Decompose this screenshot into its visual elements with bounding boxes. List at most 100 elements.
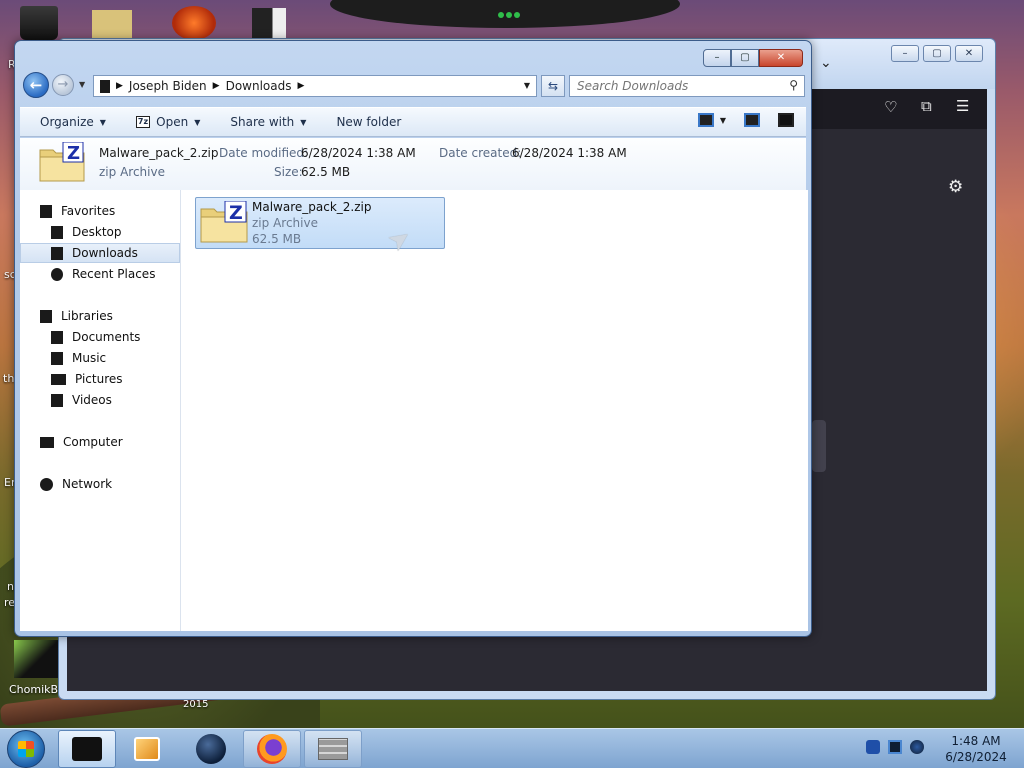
navigation-pane: Favorites Desktop Downloads Recent Place… [20,190,181,631]
chomik-icon[interactable] [14,640,58,678]
file-type: zip Archive [252,216,318,230]
videos-icon [51,393,63,407]
sidebar-item-libraries[interactable]: Libraries [20,306,180,326]
close-button[interactable]: ✕ [759,49,803,67]
pictures-icon [51,373,66,385]
zip-archive-icon: Z [39,142,85,182]
firefox-close-button[interactable]: ✕ [955,45,983,62]
firefox-maximize-button[interactable]: ▢ [923,45,951,62]
sidebar-item-pictures[interactable]: Pictures [20,369,180,389]
sidebar-item-favorites[interactable]: Favorites [20,201,180,221]
clock[interactable]: 1:48 AM 6/28/2024 [940,733,1012,765]
new-folder-label: New folder [336,115,402,129]
chevron-down-icon[interactable]: ▼ [720,116,726,125]
year-label: 2015 [183,699,209,710]
svg-text:Z: Z [229,202,243,224]
mouse-cursor-icon: ➤ [382,221,418,259]
sidebar-item-desktop[interactable]: Desktop [20,222,180,242]
gear-icon[interactable]: ⚙ [948,177,963,197]
sidebar-item-documents[interactable]: Documents [20,327,180,347]
breadcrumb-user[interactable]: Joseph Biden [129,79,207,93]
svg-text:Z: Z [67,143,80,164]
firefox-minimize-button[interactable]: – [891,45,919,62]
extensions-icon[interactable]: ⧉ [921,97,932,115]
menu-icon[interactable]: ☰ [956,97,969,115]
tray-volume-icon[interactable] [910,740,924,754]
firefox-scroll-handle[interactable] [812,420,826,472]
firefox-icon [257,734,287,764]
address-bar[interactable]: ▶ Joseph Biden ▶ Downloads ▶ ▼ [93,75,537,97]
refresh-button[interactable]: ⇆ [541,75,565,97]
taskbar-firefox-button[interactable] [243,730,301,768]
breadcrumb-separator-icon[interactable]: ▶ [116,81,123,91]
taskbar-media-player-button[interactable] [118,730,176,768]
start-button[interactable] [7,730,45,768]
address-dropdown-icon[interactable]: ▼ [524,81,530,90]
preview-pane-icon[interactable] [744,113,760,127]
search-input[interactable] [570,76,770,96]
open-label: Open [156,115,189,129]
date-created-label: Date created: [439,146,522,160]
organize-button[interactable]: Organize ▼ [40,115,106,129]
media-player-icon [134,737,160,761]
desktop-document-icon[interactable] [252,8,286,40]
sidebar-item-music[interactable]: Music [20,348,180,368]
breadcrumb-separator-icon[interactable]: ▶ [297,81,304,91]
tray-network-icon[interactable] [888,740,902,754]
wallpaper-dots [498,7,526,18]
organize-label: Organize [40,115,94,129]
desktop-edge-text-n: n [7,580,14,593]
sidebar-item-recent-places[interactable]: Recent Places [20,264,180,284]
search-icon[interactable]: ⚲ [789,78,798,92]
sidebar-item-label: Favorites [61,204,116,218]
sidebar-item-label: Computer [63,435,123,449]
minimize-button[interactable]: – [703,49,731,67]
sidebar-item-network[interactable]: Network [20,474,180,494]
taskbar-explorer-button[interactable] [58,730,116,768]
open-button[interactable]: 7z Open ▼ [135,115,201,129]
share-with-button[interactable]: Share with ▼ [230,115,306,129]
file-name: Malware_pack_2.zip [252,200,372,214]
date-modified-label: Date modified: [219,146,309,160]
brick-wall-icon [318,738,348,760]
sidebar-item-label: Pictures [75,372,123,386]
sidebar-item-videos[interactable]: Videos [20,390,180,410]
favorites-icon [40,204,52,218]
system-tray [866,740,924,754]
command-bar: Organize ▼ 7z Open ▼ Share with ▼ New folder… [20,107,806,137]
chevron-down-icon[interactable]: ⌄ [820,55,832,71]
date-created-value: 6/28/2024 1:38 AM [512,146,627,160]
pocket-icon[interactable]: ♡ [884,98,897,116]
search-box[interactable]: ⚲ [569,75,805,97]
breadcrumb-downloads[interactable]: Downloads [226,79,292,93]
chomik-label: ChomikB [9,683,58,696]
back-button[interactable]: ← [23,72,49,98]
forward-button[interactable]: → [52,74,74,96]
sidebar-item-computer[interactable]: Computer [20,432,180,452]
tray-shield-icon[interactable] [866,740,880,754]
recent-places-icon [51,267,63,281]
recycle-bin-icon[interactable] [20,6,58,40]
sidebar-item-label: Documents [72,330,141,344]
chevron-down-icon: ▼ [194,117,201,127]
size-label: Size: [274,165,303,179]
desktop-app-icon[interactable] [172,6,216,40]
new-folder-button[interactable]: New folder [336,115,401,129]
recent-pages-dropdown[interactable]: ▼ [79,80,85,89]
explorer-window[interactable]: – ▢ ✕ ← → ▼ ▶ Joseph Biden ▶ Downloads ▶… [14,40,812,637]
chevron-down-icon: ▼ [300,117,307,127]
sidebar-item-downloads[interactable]: Downloads [20,243,180,263]
taskbar-firewall-button[interactable] [304,730,362,768]
libraries-icon [40,309,52,323]
list-item[interactable]: Z Malware_pack_2.zip zip Archive 62.5 MB… [195,197,445,259]
breadcrumb-separator-icon[interactable]: ▶ [213,81,220,91]
desktop-icon [51,225,63,239]
maximize-button[interactable]: ▢ [731,49,759,67]
change-view-icon[interactable] [697,113,714,127]
desktop-folder-icon[interactable] [92,10,132,40]
desktop-edge-text-th: th [3,372,15,385]
taskbar-browser-button[interactable] [182,730,240,768]
computer-icon [100,79,110,93]
help-icon[interactable] [778,113,794,127]
file-list[interactable]: Z Malware_pack_2.zip zip Archive 62.5 MB… [181,190,808,631]
